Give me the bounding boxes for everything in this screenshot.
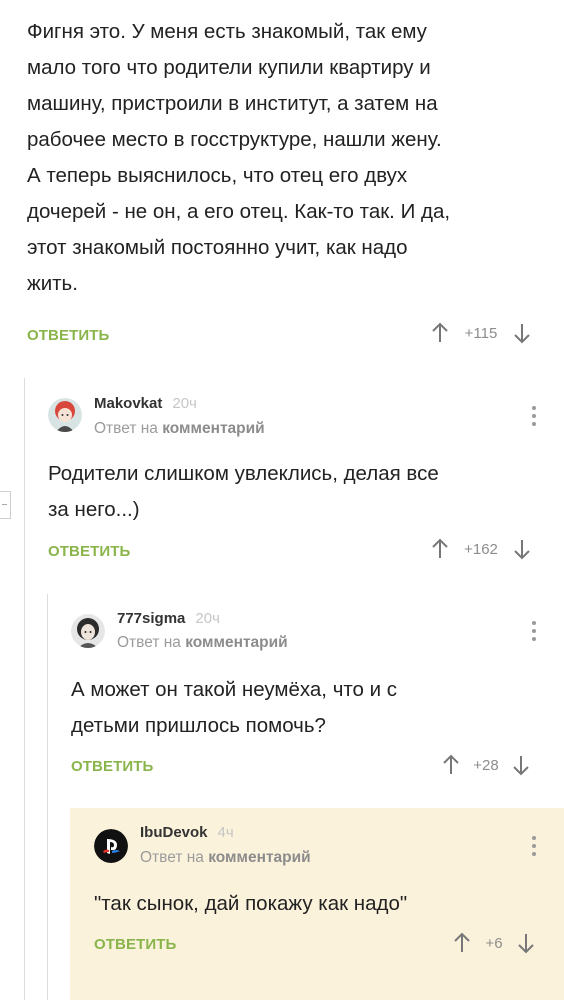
avatar[interactable] [94, 829, 128, 863]
meta-prefix: Ответ на [140, 849, 204, 866]
rating-control: +115 [430, 322, 532, 344]
comment-line: жить. [27, 272, 78, 295]
reply-button[interactable]: ОТВЕТИТЬ [71, 758, 153, 775]
arrow-up-icon[interactable] [430, 322, 450, 344]
rating-control: +162 [430, 538, 532, 560]
arrow-up-icon[interactable] [452, 932, 472, 954]
rating-control: +28 [441, 754, 531, 776]
parent-comment-link[interactable]: комментарий [162, 420, 264, 437]
comment-line: машину, пристроили в институт, а затем н… [27, 92, 438, 115]
reply-to-meta: Ответ на комментарий [140, 849, 311, 867]
top-comment-text: Фигня это. У меня есть знакомый, так ему… [27, 14, 537, 302]
more-vertical-icon[interactable] [531, 406, 537, 426]
comment-header: 777sigma 20ч [117, 610, 220, 627]
arrow-down-icon[interactable] [511, 754, 531, 776]
comment-line: мало того что родители купили квартиру и [27, 56, 431, 79]
rating-value: +6 [485, 934, 503, 952]
arrow-down-icon[interactable] [512, 322, 532, 344]
rating-value: +28 [473, 756, 499, 774]
rating-control: +6 [452, 932, 536, 954]
avatar[interactable] [48, 398, 82, 432]
parent-comment-link[interactable]: комментарий [208, 849, 310, 866]
comment-line: этот знакомый постоянно учит, как надо [27, 236, 408, 259]
comment-line: детьми пришлось помочь? [71, 714, 326, 737]
comment-header: Makovkat 20ч [94, 395, 197, 412]
collapse-icon[interactable] [0, 491, 11, 519]
comment-time: 20ч [172, 395, 197, 412]
comment-time: 4ч [217, 824, 234, 841]
meta-prefix: Ответ на [117, 634, 181, 651]
thread-line-level-1 [24, 378, 25, 1000]
reply-to-meta: Ответ на комментарий [117, 634, 288, 652]
reply-button[interactable]: ОТВЕТИТЬ [94, 936, 176, 953]
arrow-up-icon[interactable] [430, 538, 450, 560]
username[interactable]: Makovkat [94, 395, 162, 412]
comment-header: IbuDevok 4ч [140, 824, 234, 841]
comment-line: Родители слишком увлеклись, делая все [48, 462, 439, 485]
comment-line: дочерей - не он, а его отец. Как-то так.… [27, 200, 451, 223]
thread-line-level-2 [47, 594, 48, 1000]
username[interactable]: 777sigma [117, 610, 185, 627]
comment-line: за него...) [48, 498, 140, 521]
more-vertical-icon[interactable] [531, 836, 537, 856]
comment-text: "так сынок, дай покажу как надо" [94, 886, 407, 922]
reply-button[interactable]: ОТВЕТИТЬ [48, 543, 130, 560]
comment-line: А теперь выяснилось, что отец его двух [27, 164, 408, 187]
comment-line: "так сынок, дай покажу как надо" [94, 892, 408, 915]
meta-prefix: Ответ на [94, 420, 158, 437]
parent-comment-link[interactable]: комментарий [185, 634, 287, 651]
username[interactable]: IbuDevok [140, 824, 208, 841]
comment-text: А может он такой неумёха, что и с детьми… [71, 672, 397, 744]
arrow-down-icon[interactable] [516, 932, 536, 954]
reply-to-meta: Ответ на комментарий [94, 420, 265, 438]
comment-line: А может он такой неумёха, что и с [71, 678, 398, 701]
more-vertical-icon[interactable] [531, 621, 537, 641]
comment-line: Фигня это. У меня есть знакомый, так ему [27, 20, 427, 43]
comment-time: 20ч [195, 610, 220, 627]
avatar[interactable] [71, 614, 105, 648]
reply-button[interactable]: ОТВЕТИТЬ [27, 327, 109, 344]
arrow-down-icon[interactable] [512, 538, 532, 560]
arrow-up-icon[interactable] [441, 754, 461, 776]
comment-text: Родители слишком увлеклись, делая все за… [48, 456, 439, 528]
rating-value: +115 [464, 324, 498, 342]
comment-line: рабочее место в госструктуре, нашли жену… [27, 128, 442, 151]
rating-value: +162 [464, 540, 498, 558]
